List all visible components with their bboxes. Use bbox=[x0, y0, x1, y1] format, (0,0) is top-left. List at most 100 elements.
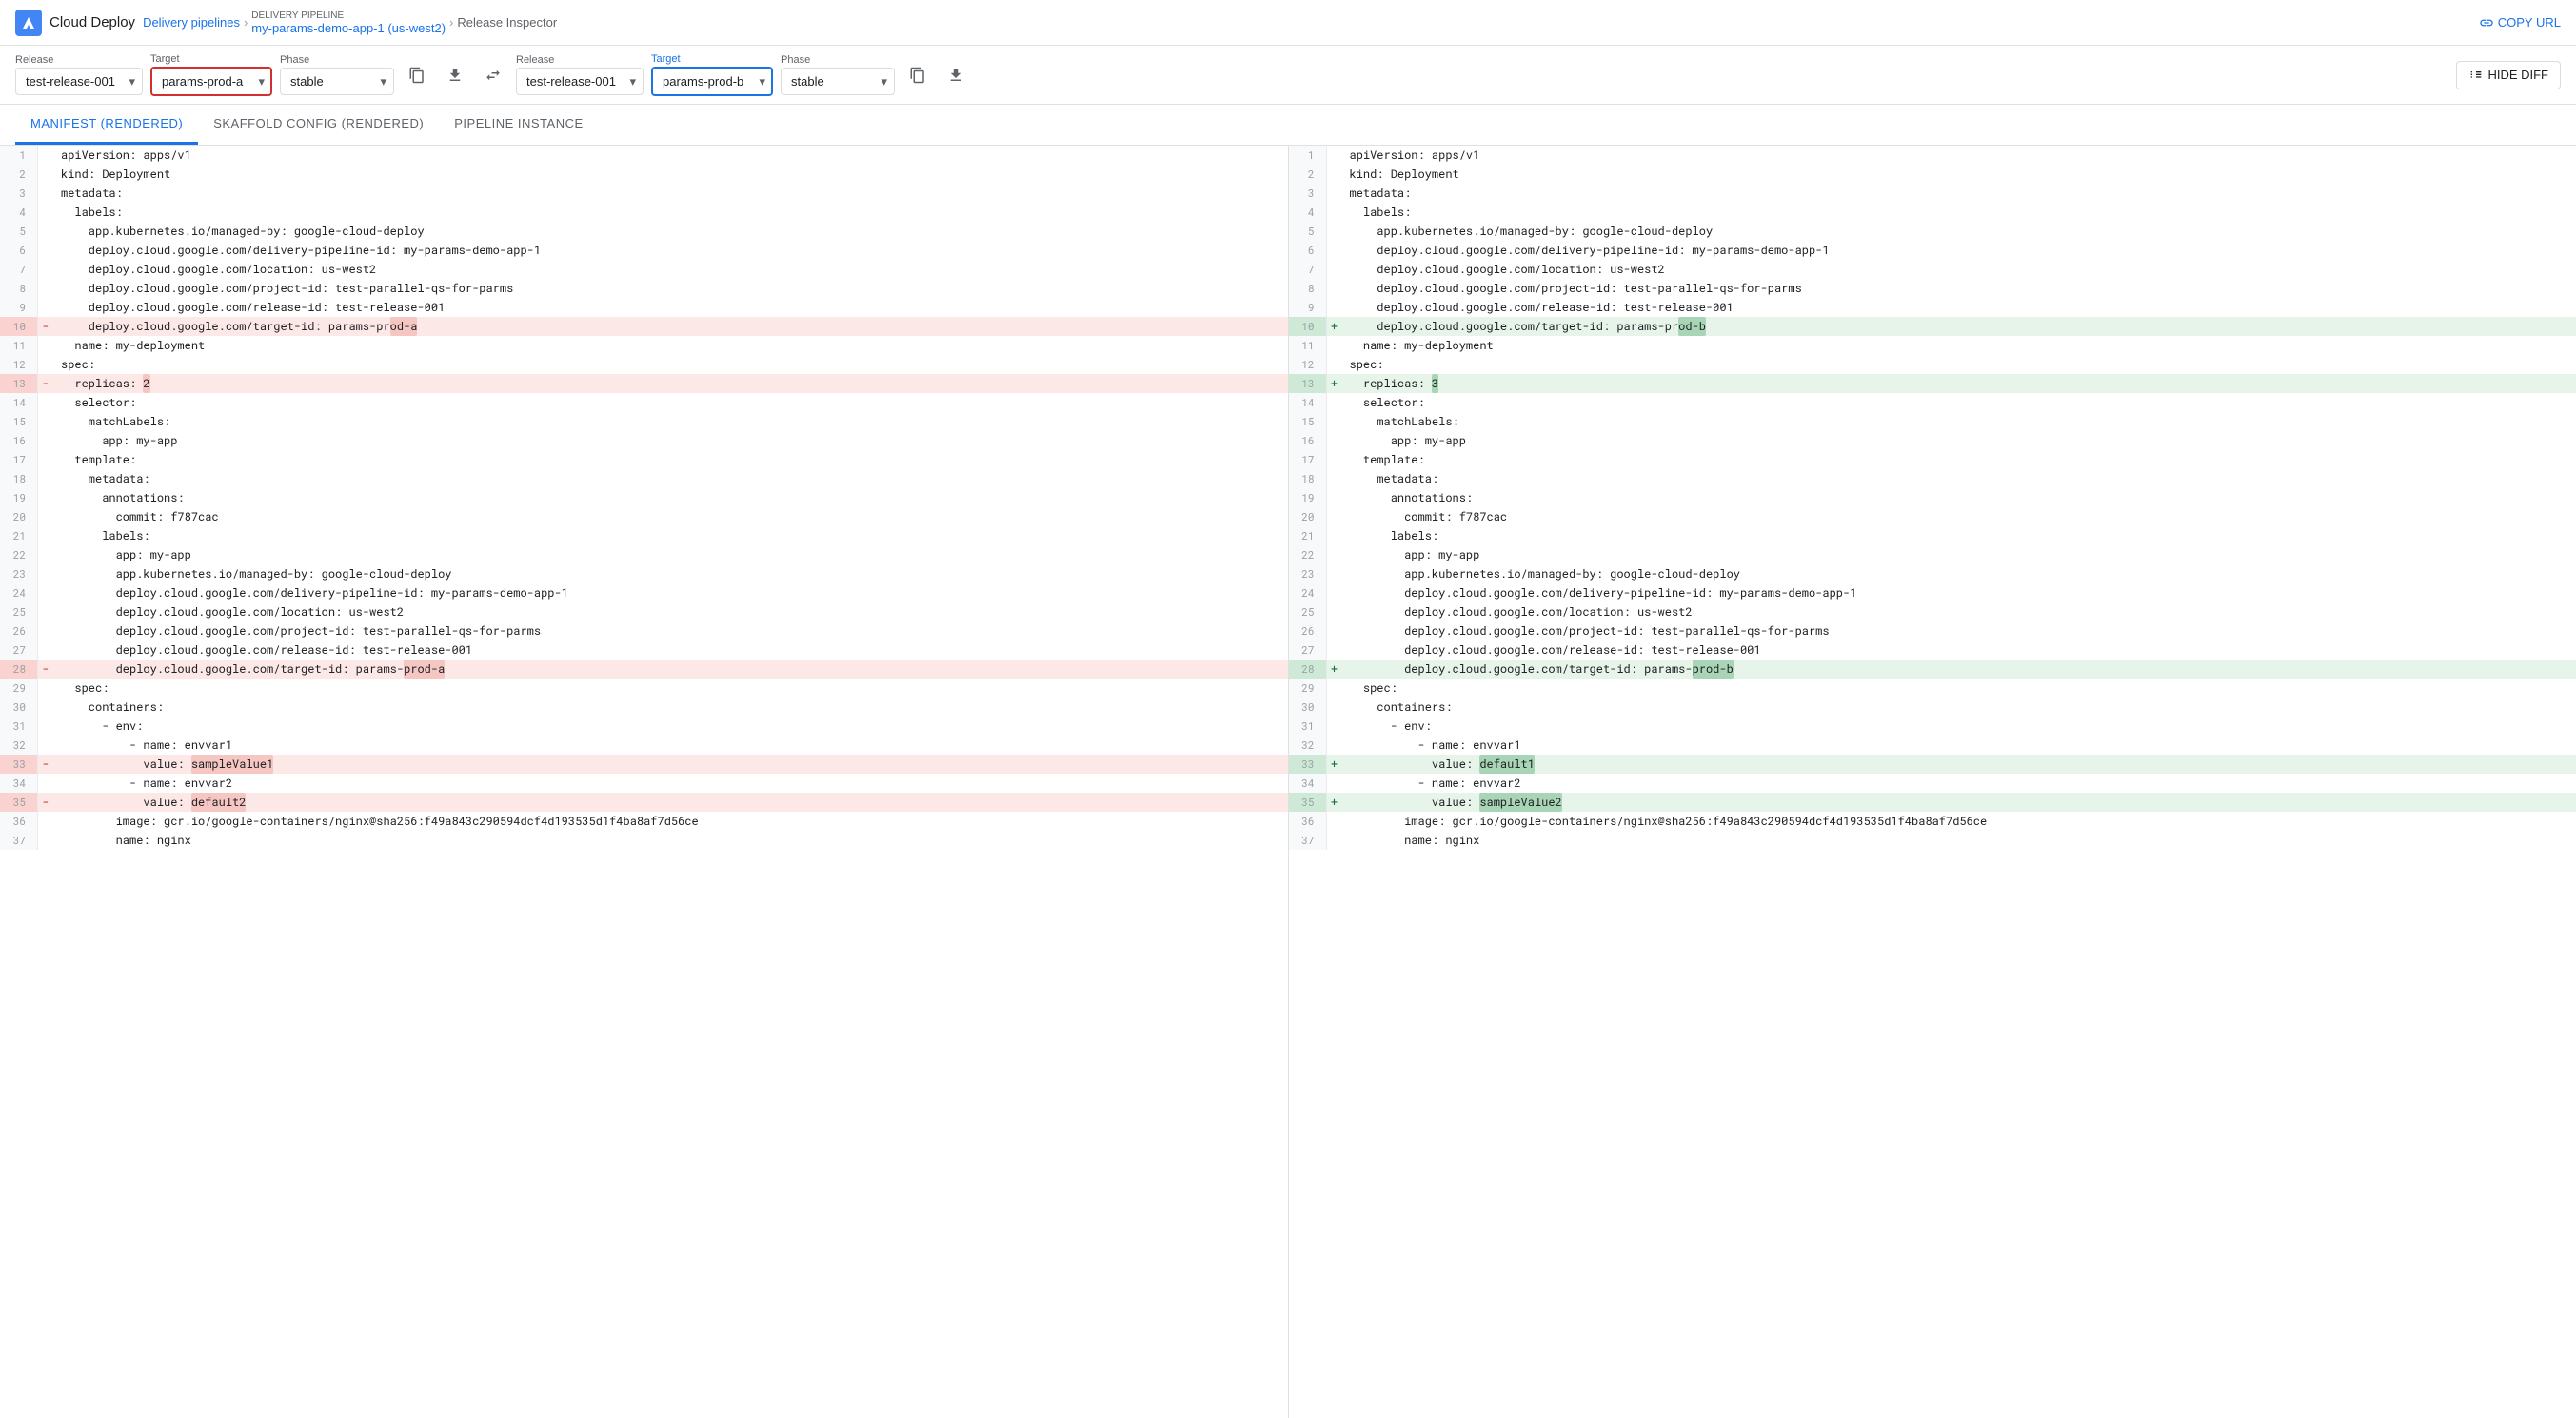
line-number: 19 bbox=[0, 488, 38, 507]
table-row: 32 - name: envvar1 bbox=[1289, 736, 2576, 755]
line-number: 29 bbox=[1289, 679, 1327, 698]
diff-highlight: default1 bbox=[1479, 755, 1535, 774]
table-row: 30 containers: bbox=[1289, 698, 2576, 717]
right-target-select[interactable]: params-prod-b bbox=[651, 67, 773, 96]
line-number: 14 bbox=[1289, 393, 1327, 412]
diff-marker: - bbox=[38, 793, 53, 812]
diff-marker bbox=[38, 774, 53, 793]
line-content: labels: bbox=[53, 203, 1288, 222]
line-number: 4 bbox=[1289, 203, 1327, 222]
table-row: 2kind: Deployment bbox=[1289, 165, 2576, 184]
line-number: 29 bbox=[0, 679, 38, 698]
diff-marker bbox=[38, 260, 53, 279]
line-number: 12 bbox=[0, 355, 38, 374]
left-release-label: Release bbox=[15, 54, 143, 66]
diff-marker bbox=[1327, 621, 1342, 640]
table-row: 16 app: my-app bbox=[1289, 431, 2576, 450]
hide-diff-label: HIDE DIFF bbox=[2487, 68, 2548, 82]
left-target-select-wrapper: params-prod-a ▾ bbox=[150, 67, 272, 96]
swap-button[interactable] bbox=[478, 60, 508, 90]
line-number: 17 bbox=[1289, 450, 1327, 469]
left-release-select[interactable]: test-release-001 bbox=[15, 68, 143, 95]
line-content: deploy.cloud.google.com/delivery-pipelin… bbox=[1342, 583, 2576, 602]
table-row: 36 image: gcr.io/google-containers/nginx… bbox=[0, 812, 1288, 831]
right-phase-group: Phase stable ▾ bbox=[781, 54, 895, 95]
diff-container: 1apiVersion: apps/v12kind: Deployment3me… bbox=[0, 146, 2576, 1418]
hide-diff-button[interactable]: HIDE DIFF bbox=[2456, 61, 2561, 89]
copy-url-button[interactable]: COPY URL bbox=[2479, 15, 2561, 30]
line-number: 6 bbox=[0, 241, 38, 260]
right-download-button[interactable] bbox=[941, 60, 971, 90]
left-target-select[interactable]: params-prod-a bbox=[150, 67, 272, 96]
table-row: 25 deploy.cloud.google.com/location: us-… bbox=[0, 602, 1288, 621]
line-number: 3 bbox=[1289, 184, 1327, 203]
line-number: 33 bbox=[1289, 755, 1327, 774]
diff-highlight: default2 bbox=[191, 793, 247, 812]
diff-marker bbox=[1327, 736, 1342, 755]
diff-marker: - bbox=[38, 317, 53, 336]
diff-marker bbox=[38, 412, 53, 431]
diff-marker: - bbox=[38, 660, 53, 679]
diff-highlight: 3 bbox=[1432, 374, 1438, 393]
diff-icon bbox=[2468, 68, 2484, 83]
right-target-select-wrapper: params-prod-b ▾ bbox=[651, 67, 773, 96]
line-number: 27 bbox=[1289, 640, 1327, 660]
diff-highlight: prod-b bbox=[1693, 660, 1734, 679]
table-row: 5 app.kubernetes.io/managed-by: google-c… bbox=[1289, 222, 2576, 241]
left-phase-group: Phase stable ▾ bbox=[280, 54, 394, 95]
line-number: 7 bbox=[1289, 260, 1327, 279]
tab-skaffold[interactable]: SKAFFOLD CONFIG (RENDERED) bbox=[198, 105, 439, 145]
breadcrumb-delivery-pipelines[interactable]: Delivery pipelines bbox=[143, 15, 240, 30]
line-content: app.kubernetes.io/managed-by: google-clo… bbox=[1342, 564, 2576, 583]
line-number: 4 bbox=[0, 203, 38, 222]
breadcrumb-pipeline-name[interactable]: my-params-demo-app-1 (us-west2) bbox=[251, 21, 446, 35]
right-copy-button[interactable] bbox=[902, 60, 933, 90]
right-phase-select[interactable]: stable bbox=[781, 68, 895, 95]
top-nav: Cloud Deploy Delivery pipelines › DELIVE… bbox=[0, 0, 2576, 46]
table-row: 30 containers: bbox=[0, 698, 1288, 717]
table-row: 11 name: my-deployment bbox=[1289, 336, 2576, 355]
line-number: 1 bbox=[1289, 146, 1327, 165]
line-content: labels: bbox=[1342, 526, 2576, 545]
toolbar: Release test-release-001 ▾ Target params… bbox=[0, 46, 2576, 105]
left-phase-select-wrapper: stable ▾ bbox=[280, 68, 394, 95]
diff-marker bbox=[38, 717, 53, 736]
line-content: deploy.cloud.google.com/release-id: test… bbox=[53, 298, 1288, 317]
diff-marker bbox=[1327, 640, 1342, 660]
line-content: deploy.cloud.google.com/release-id: test… bbox=[1342, 640, 2576, 660]
line-content: deploy.cloud.google.com/release-id: test… bbox=[53, 640, 1288, 660]
table-row: 9 deploy.cloud.google.com/release-id: te… bbox=[1289, 298, 2576, 317]
diff-marker bbox=[1327, 545, 1342, 564]
line-number: 24 bbox=[0, 583, 38, 602]
right-release-select[interactable]: test-release-001 bbox=[516, 68, 644, 95]
right-diff-pane[interactable]: 1apiVersion: apps/v12kind: Deployment3me… bbox=[1289, 146, 2576, 1418]
table-row: 24 deploy.cloud.google.com/delivery-pipe… bbox=[0, 583, 1288, 602]
line-number: 35 bbox=[1289, 793, 1327, 812]
line-content: app: my-app bbox=[1342, 431, 2576, 450]
left-diff-pane[interactable]: 1apiVersion: apps/v12kind: Deployment3me… bbox=[0, 146, 1289, 1418]
right-release-label: Release bbox=[516, 54, 644, 66]
diff-marker bbox=[1327, 203, 1342, 222]
line-number: 10 bbox=[1289, 317, 1327, 336]
tab-manifest[interactable]: MANIFEST (RENDERED) bbox=[15, 105, 198, 145]
table-row: 2kind: Deployment bbox=[0, 165, 1288, 184]
table-row: 34 - name: envvar2 bbox=[1289, 774, 2576, 793]
left-phase-select[interactable]: stable bbox=[280, 68, 394, 95]
table-row: 15 matchLabels: bbox=[1289, 412, 2576, 431]
diff-marker bbox=[38, 355, 53, 374]
left-download-button[interactable] bbox=[440, 60, 470, 90]
app-logo: Cloud Deploy bbox=[15, 10, 135, 36]
right-release-group: Release test-release-001 ▾ bbox=[516, 54, 644, 95]
diff-marker bbox=[38, 488, 53, 507]
tab-pipeline[interactable]: PIPELINE INSTANCE bbox=[439, 105, 598, 145]
line-content: apiVersion: apps/v1 bbox=[1342, 146, 2576, 165]
left-release-select-wrapper: test-release-001 ▾ bbox=[15, 68, 143, 95]
breadcrumb-sep1: › bbox=[244, 15, 248, 30]
table-row: 10- deploy.cloud.google.com/target-id: p… bbox=[0, 317, 1288, 336]
line-content: containers: bbox=[53, 698, 1288, 717]
line-number: 22 bbox=[0, 545, 38, 564]
line-content: name: nginx bbox=[53, 831, 1288, 850]
left-copy-button[interactable] bbox=[402, 60, 432, 90]
table-row: 25 deploy.cloud.google.com/location: us-… bbox=[1289, 602, 2576, 621]
table-row: 31 - env: bbox=[1289, 717, 2576, 736]
